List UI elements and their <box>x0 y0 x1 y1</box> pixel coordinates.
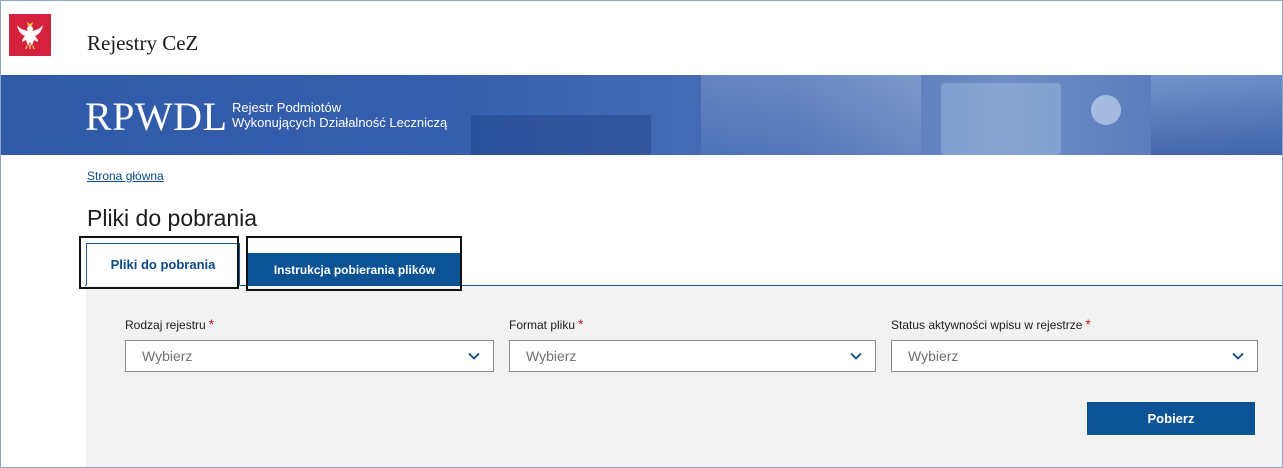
select-placeholder: Wybierz <box>908 348 959 364</box>
page-title: Pliki do pobrania <box>87 205 258 231</box>
required-marker: * <box>208 316 215 332</box>
field-label-rodzaj-rejestru: Rodzaj rejestru * <box>125 316 214 332</box>
registry-fullname: Rejestr Podmiotów Wykonujących Działalno… <box>232 100 447 130</box>
chevron-down-icon <box>850 352 862 360</box>
status-aktywnosci-select[interactable]: Wybierz <box>891 340 1258 372</box>
registry-fullname-line2: Wykonujących Działalność Leczniczą <box>232 115 448 130</box>
pobierz-button[interactable]: Pobierz <box>1087 402 1255 435</box>
field-label-text: Rodzaj rejestru <box>125 318 206 332</box>
field-label-status-aktywnosci: Status aktywności wpisu w rejestrze * <box>891 316 1091 332</box>
tab-instrukcja-pobierania[interactable]: Instrukcja pobierania plików <box>248 253 461 286</box>
breadcrumb-home-link[interactable]: Strona główna <box>87 169 164 183</box>
registry-acronym[interactable]: RPWDL <box>85 93 228 140</box>
banner-photo-shape <box>1151 75 1282 155</box>
system-title[interactable]: Rejestry CeZ <box>87 31 198 56</box>
banner-photo-shape <box>471 115 651 155</box>
browser-viewport: Rejestry CeZ RPWDL Rejestr Podmiotów Wyk… <box>0 0 1283 468</box>
banner-photo-shape <box>701 75 921 155</box>
banner-photo-shape <box>941 83 1061 155</box>
field-label-format-pliku: Format pliku * <box>509 316 583 332</box>
rodzaj-rejestru-select[interactable]: Wybierz <box>125 340 494 372</box>
format-pliku-select[interactable]: Wybierz <box>509 340 876 372</box>
chevron-down-icon <box>1232 352 1244 360</box>
top-bar: Rejestry CeZ <box>1 1 1282 75</box>
polish-eagle-emblem-icon <box>9 14 51 56</box>
download-form-panel <box>86 286 1282 467</box>
required-marker: * <box>578 316 584 332</box>
banner-photo-shape <box>1091 95 1121 125</box>
select-placeholder: Wybierz <box>526 348 577 364</box>
chevron-down-icon <box>468 352 480 360</box>
field-label-text: Format pliku <box>509 318 576 332</box>
select-placeholder: Wybierz <box>142 348 193 364</box>
required-marker: * <box>1085 316 1091 332</box>
tab-pliki-do-pobrania[interactable]: Pliki do pobrania <box>86 243 240 286</box>
registry-fullname-line1: Rejestr Podmiotów <box>232 100 342 115</box>
field-label-text: Status aktywności wpisu w rejestrze <box>891 318 1083 332</box>
